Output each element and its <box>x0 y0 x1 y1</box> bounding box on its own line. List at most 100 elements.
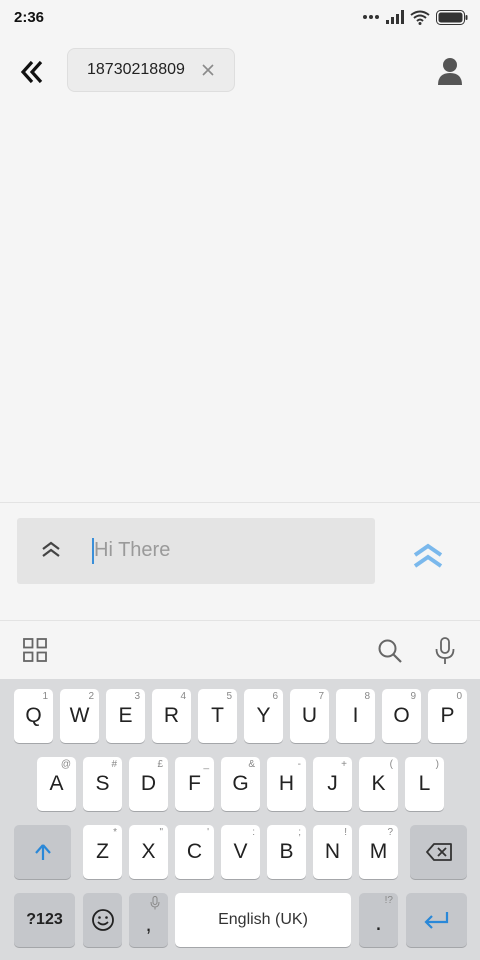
contact-icon[interactable] <box>436 56 464 86</box>
key-label: X <box>141 840 156 863</box>
key-hint: !? <box>384 895 393 906</box>
shift-key[interactable] <box>14 825 71 879</box>
key-label: R <box>163 704 180 727</box>
key-hint: : <box>252 827 255 838</box>
key-hint: 5 <box>226 691 232 702</box>
key-label: M <box>369 840 388 863</box>
status-time: 2:36 <box>14 9 45 26</box>
back-button[interactable] <box>16 56 48 88</box>
key-label: B <box>279 840 294 863</box>
key-label: E <box>118 704 133 727</box>
key-label: English (UK) <box>218 911 308 928</box>
emoji-icon <box>91 909 114 931</box>
key-hint: # <box>111 759 117 770</box>
recipient-chip[interactable]: 18730218809 <box>67 48 235 92</box>
enter-icon <box>423 912 448 929</box>
emoji-key[interactable] <box>83 893 122 947</box>
key-u[interactable]: 7U <box>290 689 329 743</box>
key-label: , <box>145 911 152 936</box>
key-hint: 8 <box>364 691 370 702</box>
key-hint: ( <box>389 759 393 770</box>
key-l[interactable]: ) L <box>405 757 444 811</box>
search-icon[interactable] <box>377 638 403 664</box>
backspace-icon <box>425 843 452 861</box>
double-chevron-left-icon <box>20 60 43 84</box>
key-label: N <box>324 840 341 863</box>
expand-icon[interactable] <box>39 539 63 559</box>
period-key[interactable]: !? . <box>359 893 398 947</box>
key-v[interactable]: :V <box>221 825 260 879</box>
status-icons <box>362 8 468 26</box>
key-o[interactable]: 9O <box>382 689 421 743</box>
key-j[interactable]: + J <box>313 757 352 811</box>
key-a[interactable]: @ A <box>37 757 76 811</box>
key-hint: 4 <box>180 691 186 702</box>
comma-key[interactable]: , <box>129 893 168 947</box>
key-z[interactable]: * Z <box>83 825 122 879</box>
key-hint: 3 <box>134 691 140 702</box>
key-label: C <box>186 840 203 863</box>
key-b[interactable]: ; B <box>267 825 306 879</box>
shift-arrow-icon <box>34 844 51 860</box>
key-hint: 0 <box>456 691 462 702</box>
key-hint: ; <box>298 827 301 838</box>
key-hint: 2 <box>88 691 94 702</box>
key-label: V <box>233 840 248 863</box>
key-s[interactable]: # S <box>83 757 122 811</box>
key-label: U <box>301 704 318 727</box>
message-placeholder: Hi There <box>94 539 171 561</box>
key-m[interactable]: ? M <box>359 825 398 879</box>
key-w[interactable]: 2W <box>60 689 99 743</box>
key-label: J <box>327 772 338 795</box>
key-hint: + <box>341 759 347 770</box>
key-hint: _ <box>203 759 209 770</box>
enter-key[interactable] <box>406 893 467 947</box>
key-label: K <box>371 772 386 795</box>
key-label: D <box>140 772 157 795</box>
key-label: Y <box>256 704 271 727</box>
wifi-icon <box>410 10 430 25</box>
send-button[interactable] <box>406 539 450 575</box>
key-hint: " <box>159 827 163 838</box>
key-label: . <box>375 909 382 936</box>
key-y[interactable]: 6Y <box>244 689 283 743</box>
backspace-key[interactable] <box>410 825 467 879</box>
key-label: A <box>49 772 64 795</box>
key-q[interactable]: 1Q <box>14 689 53 743</box>
key-label: F <box>188 772 201 795</box>
key-label: H <box>278 772 295 795</box>
key-t[interactable]: 5T <box>198 689 237 743</box>
close-icon[interactable] <box>200 62 216 78</box>
signal-icon <box>386 10 404 24</box>
key-label: S <box>95 772 110 795</box>
key-hint: - <box>297 759 301 770</box>
key-label: W <box>69 704 90 727</box>
key-e[interactable]: 3E <box>106 689 145 743</box>
symbols-key[interactable]: ?123 <box>14 893 75 947</box>
key-label: G <box>232 772 249 795</box>
space-key[interactable]: English (UK) <box>175 893 351 947</box>
key-hint: ? <box>387 827 393 838</box>
key-c[interactable]: ' C <box>175 825 214 879</box>
key-n[interactable]: ! N <box>313 825 352 879</box>
key-hint: ) <box>435 759 439 770</box>
keyboard-toolbar <box>0 620 480 680</box>
key-hint: 6 <box>272 691 278 702</box>
grid-icon[interactable] <box>23 638 47 662</box>
key-i[interactable]: 8I <box>336 689 375 743</box>
microphone-hint-icon <box>150 896 160 910</box>
message-input[interactable]: Hi There <box>17 518 375 584</box>
key-label: P <box>440 704 455 727</box>
key-x[interactable]: " X <box>129 825 168 879</box>
microphone-icon[interactable] <box>434 637 456 665</box>
key-r[interactable]: 4R <box>152 689 191 743</box>
key-p[interactable]: 0P <box>428 689 467 743</box>
key-hint: ' <box>207 827 209 838</box>
key-h[interactable]: -H <box>267 757 306 811</box>
key-label: T <box>211 704 224 727</box>
key-label: ?123 <box>26 911 63 928</box>
key-g[interactable]: & G <box>221 757 260 811</box>
key-d[interactable]: £ D <box>129 757 168 811</box>
key-f[interactable]: _ F <box>175 757 214 811</box>
key-k[interactable]: (K <box>359 757 398 811</box>
